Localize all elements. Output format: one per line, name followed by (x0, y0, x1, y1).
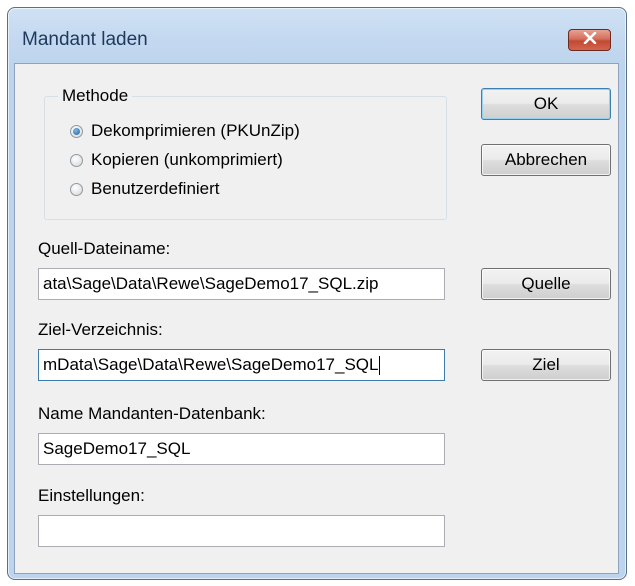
radio-button-selected[interactable] (70, 124, 83, 138)
source-file-value: ata\Sage\Data\Rewe\SageDemo17_SQL.zip (43, 274, 379, 293)
source-file-label: Quell-Dateiname: (38, 239, 171, 258)
radio-decompress-label: Dekomprimieren (PKUnZip) (91, 121, 300, 140)
source-button[interactable]: Quelle (481, 268, 611, 300)
ok-button[interactable]: OK (481, 88, 611, 120)
settings-input[interactable] (38, 515, 445, 547)
window-title: Mandant laden (22, 29, 148, 50)
target-dir-value: mData\Sage\Data\Rewe\SageDemo17_SQL (43, 355, 379, 374)
method-group-label: Methode (58, 86, 133, 106)
radio-custom[interactable]: Benutzerdefiniert (70, 179, 220, 199)
source-file-input[interactable]: ata\Sage\Data\Rewe\SageDemo17_SQL.zip (38, 268, 445, 300)
db-name-value: SageDemo17_SQL (43, 439, 191, 458)
db-name-label: Name Mandanten-Datenbank: (38, 404, 266, 423)
target-button[interactable]: Ziel (481, 349, 611, 381)
close-button[interactable] (568, 29, 611, 51)
text-caret (379, 355, 381, 375)
cancel-button[interactable]: Abbrechen (481, 144, 611, 176)
radio-copy[interactable]: Kopieren (unkomprimiert) (70, 150, 283, 170)
radio-button[interactable] (70, 153, 83, 167)
settings-label: Einstellungen: (38, 486, 145, 505)
radio-custom-label: Benutzerdefiniert (91, 179, 220, 198)
db-name-input[interactable]: SageDemo17_SQL (38, 433, 445, 465)
radio-button[interactable] (70, 182, 83, 196)
target-dir-input[interactable]: mData\Sage\Data\Rewe\SageDemo17_SQL (38, 349, 445, 381)
radio-copy-label: Kopieren (unkomprimiert) (91, 150, 283, 169)
target-dir-label: Ziel-Verzeichnis: (38, 320, 163, 339)
close-icon (583, 31, 597, 49)
radio-decompress[interactable]: Dekomprimieren (PKUnZip) (70, 121, 300, 141)
